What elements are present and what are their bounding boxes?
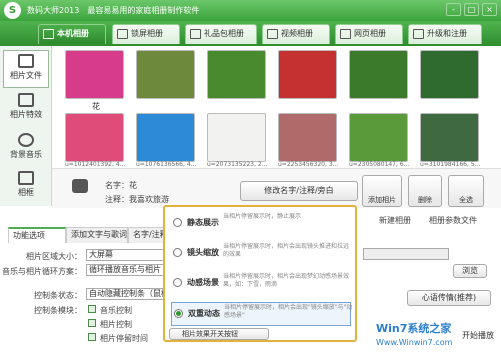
sidebar-item-frame[interactable]: 相框 [3, 168, 49, 206]
radio-double-dynamic[interactable] [174, 309, 183, 318]
frame-icon [18, 171, 34, 185]
upgrade-icon [413, 29, 424, 39]
photo-control-checkbox[interactable] [88, 319, 96, 327]
camera-icon [72, 179, 88, 193]
browse-button[interactable]: 浏览 [453, 264, 487, 278]
effect-toggle-button[interactable]: 相片效果开关按钮 [169, 328, 269, 340]
note-label: 注释： [105, 195, 129, 204]
tab-add-text-lyrics[interactable]: 添加文字与歌词 [66, 227, 128, 243]
photo-caption: u=2253456320, 3... [278, 161, 339, 168]
control-bar-select[interactable]: 自动隐藏控制条（鼠标 [86, 288, 164, 300]
photo-thumb[interactable] [65, 113, 124, 162]
size-label: 相片区域大小： [26, 252, 82, 261]
sparkle-icon [18, 93, 34, 107]
name-value: 花 [129, 181, 137, 190]
radio-static[interactable] [173, 218, 182, 227]
photo-caption: u=2073135223, 2... [207, 161, 268, 168]
path-input[interactable] [363, 248, 449, 260]
photo-icon [43, 29, 54, 39]
new-album-button[interactable]: 新建相册 [379, 215, 411, 226]
photo-caption: u=3101984166, 5... [420, 161, 481, 168]
maximize-button[interactable]: □ [464, 3, 479, 16]
web-icon [340, 29, 351, 39]
sidebar-item-photo-effects[interactable]: 相片特效 [3, 90, 49, 128]
photo-thumb[interactable] [278, 50, 337, 99]
radio-dynamic-scene[interactable] [173, 278, 182, 287]
add-photo-button[interactable]: 添加相片 [362, 175, 402, 207]
app-logo: S [4, 2, 21, 19]
photo-caption: u=1012401392, 4... [65, 161, 126, 168]
minimize-button[interactable]: - [446, 3, 461, 16]
close-button[interactable]: × [482, 3, 497, 16]
play-button[interactable]: 开始播放 [460, 330, 496, 341]
album-params-button[interactable]: 相册参数文件 [429, 215, 477, 226]
tab-gift-album[interactable]: 礼品包相册 [185, 24, 257, 44]
control-modules-label: 控制条模块： [34, 306, 82, 315]
sidebar-item-photo-files[interactable]: 相片文件 [3, 50, 49, 88]
photo-thumb[interactable] [136, 50, 195, 99]
option-static-display[interactable]: 静态展示 当相片停留展示时，静止展示 [171, 212, 351, 236]
photo-grid: 花 u=1012401392, 4... u=1076136566, 4... … [62, 50, 496, 168]
tab-upgrade-register[interactable]: 升级和注册 [408, 24, 482, 44]
music-loop-select[interactable]: 循环播放音乐与相片 [86, 264, 164, 276]
photo-thumb[interactable] [207, 113, 266, 162]
film-icon [267, 29, 278, 39]
monitor-icon [117, 29, 128, 39]
select-all-button[interactable]: 全选 [448, 175, 484, 207]
control-bar-label: 控制条状态： [34, 291, 82, 300]
photo-info-bar: 名字： 花 注释： 我喜欢旅游 修改名字/注释/旁白 添加相片 删除 全选 [52, 168, 501, 208]
photo-thumb[interactable] [136, 113, 195, 162]
tab-video-album[interactable]: 视频相册 [262, 24, 330, 44]
photo-caption: u=1076136566, 4... [136, 161, 197, 168]
tab-web-album[interactable]: 网页相册 [335, 24, 403, 44]
title-bar: S 数码大师2013 最容易易用的家庭相册制作软件 - □ × [0, 0, 501, 21]
size-select[interactable]: 大屏幕 [86, 249, 164, 261]
option-double-dynamic[interactable]: 双重动态 当相片停留展示时，相片会出现"镜头缩放"与"动感场景" [171, 302, 352, 326]
music-loop-label: 音乐与相片循环方案： [2, 267, 82, 276]
photo-thumb[interactable] [420, 113, 479, 162]
photo-thumb[interactable] [349, 50, 408, 99]
name-label: 名字： [105, 181, 129, 190]
watermark: Win7系统之家 Www.Winwin7.com 开始播放 [376, 322, 496, 347]
photo-thumb[interactable] [207, 50, 266, 99]
photo-thumb[interactable] [278, 113, 337, 162]
sidebar-item-background-music[interactable]: 背景音乐 [3, 130, 49, 168]
tab-function-options[interactable]: 功能选项 [8, 227, 66, 243]
note-value: 我喜欢旅游 [129, 195, 169, 204]
tab-local-album[interactable]: 本机相册 [38, 24, 106, 44]
app-title: 数码大师2013 最容易易用的家庭相册制作软件 [27, 6, 200, 15]
music-note-icon [18, 133, 34, 147]
edit-name-note-button[interactable]: 修改名字/注释/旁白 [240, 181, 358, 201]
option-lens-zoom[interactable]: 镜头缩放 当相片停留展示时，相片会出现镜头推进和拉远的效果 [171, 242, 351, 266]
photo-thumb[interactable] [420, 50, 479, 99]
photo-duration-label: 相片停留时间 [100, 334, 148, 343]
music-control-label: 音乐控制 [100, 306, 132, 315]
main-tab-bar: 本机相册 锁屏相册 礼品包相册 视频相册 网页相册 升级和注册 [0, 21, 501, 46]
preview-button[interactable]: 心语传情(推荐) [407, 290, 491, 306]
photo-thumb[interactable] [349, 113, 408, 162]
tab-screen-lock-album[interactable]: 锁屏相册 [112, 24, 180, 44]
gift-icon [190, 29, 201, 39]
music-control-checkbox[interactable] [88, 305, 96, 313]
delete-button[interactable]: 删除 [408, 175, 442, 207]
option-dynamic-scene[interactable]: 动感场景 当相片停留展示时，相片会出现梦幻动感场景效果，如：下雪，雨滴 [171, 272, 351, 296]
photo-caption: 花 [92, 102, 100, 111]
camera-icon [18, 54, 34, 68]
radio-lens-zoom[interactable] [173, 248, 182, 257]
sidebar: 相片文件 相片特效 背景音乐 相框 [0, 46, 52, 206]
photo-duration-checkbox[interactable] [88, 333, 96, 341]
photo-caption: u=2305080147, 6... [349, 161, 410, 168]
photo-effect-popup: 静态展示 当相片停留展示时，静止展示 镜头缩放 当相片停留展示时，相片会出现镜头推进… [163, 205, 357, 342]
photo-thumb[interactable] [65, 50, 124, 99]
photo-control-label: 相片控制 [100, 320, 132, 329]
